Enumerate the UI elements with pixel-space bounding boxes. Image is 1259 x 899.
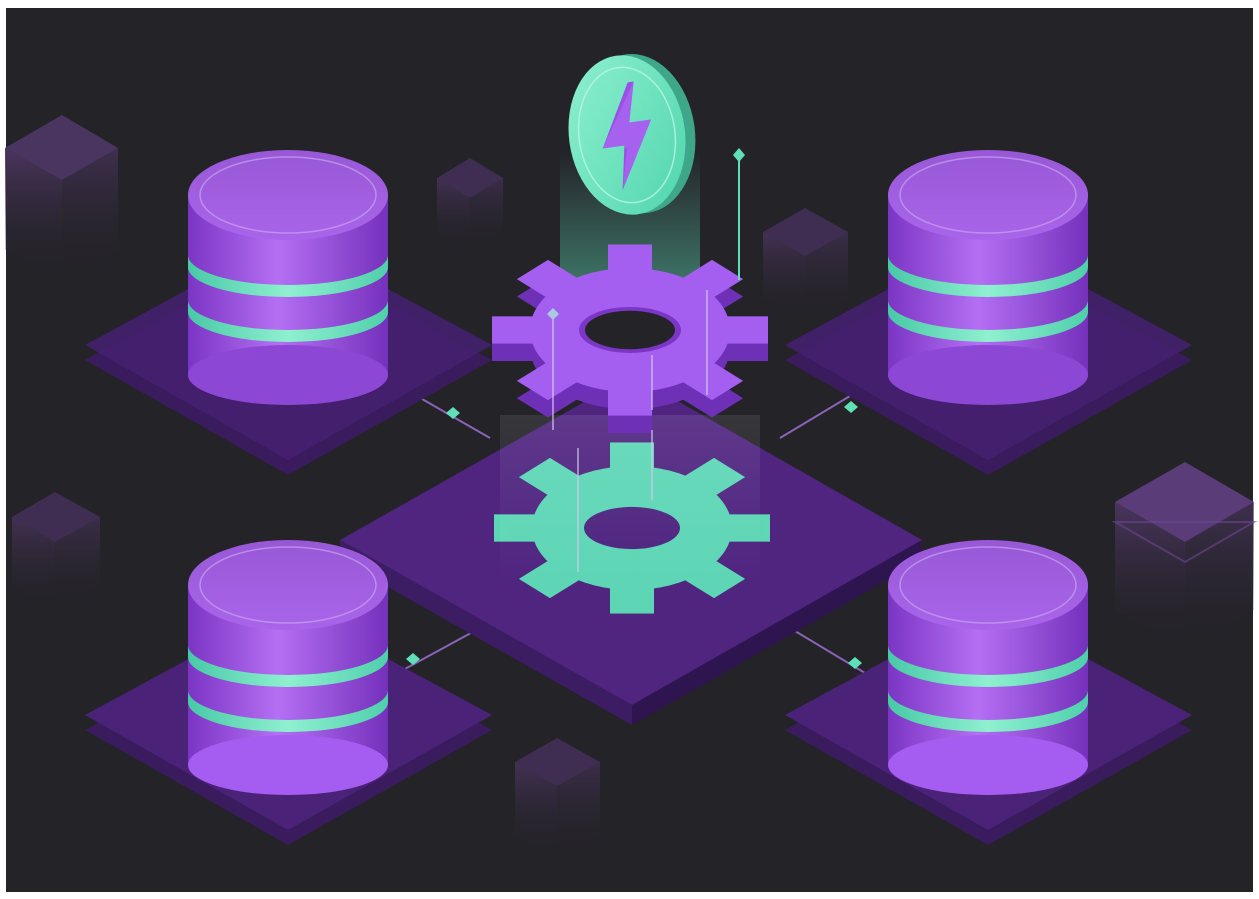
bg-block-left: [12, 492, 100, 610]
database-icon: [188, 150, 388, 405]
platform-glare: [500, 415, 760, 580]
database-icon: [188, 540, 388, 795]
illustration-canvas: [0, 0, 1259, 899]
bg-block-bottom: [515, 738, 600, 860]
bg-block-top-left: [5, 115, 118, 280]
illustration-svg: [0, 0, 1259, 899]
database-icon: [888, 540, 1088, 795]
database-icon: [888, 150, 1088, 405]
gear-icon: [492, 244, 768, 433]
bg-block-right: [1111, 462, 1258, 650]
